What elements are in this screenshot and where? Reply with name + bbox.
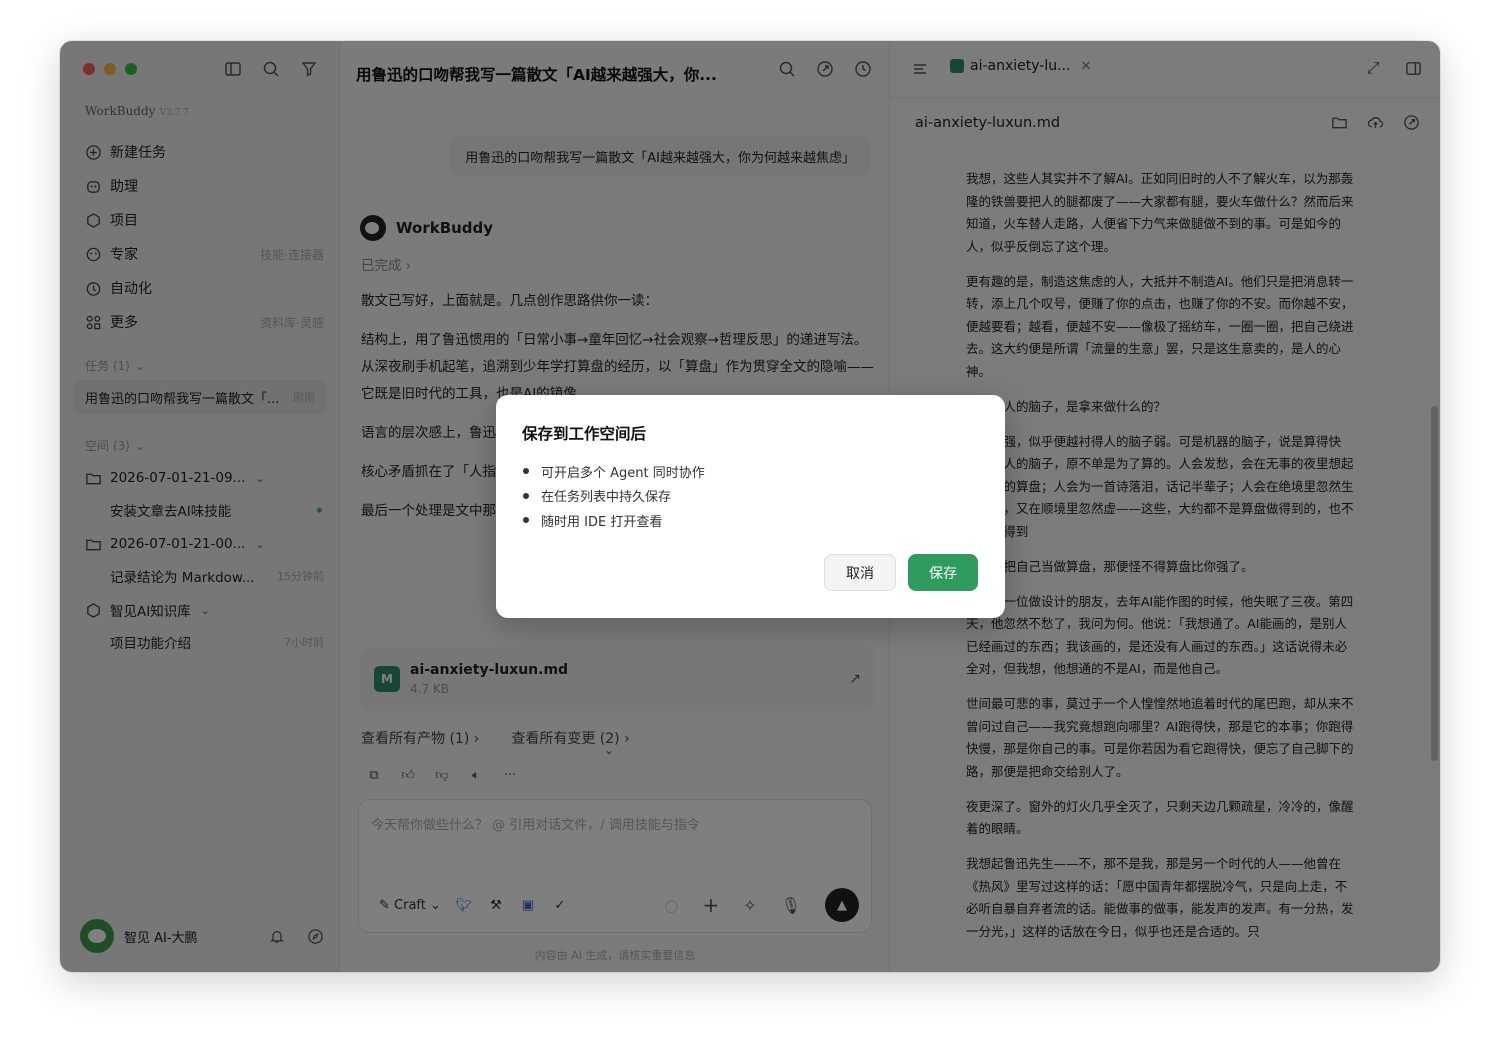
list-item: 在任务列表中持久保存 [523, 484, 705, 509]
dialog-benefits-list: 可开启多个 Agent 同时协作 在任务列表中持久保存 随时用 IDE 打开查看 [523, 459, 705, 533]
list-item: 可开启多个 Agent 同时协作 [523, 459, 705, 484]
cancel-button[interactable]: 取消 [824, 554, 896, 591]
save-button[interactable]: 保存 [908, 554, 978, 591]
save-to-workspace-dialog: 保存到工作空间后 可开启多个 Agent 同时协作 在任务列表中持久保存 随时用… [496, 395, 1005, 618]
list-item: 随时用 IDE 打开查看 [523, 508, 705, 533]
dialog-title: 保存到工作空间后 [522, 425, 647, 443]
